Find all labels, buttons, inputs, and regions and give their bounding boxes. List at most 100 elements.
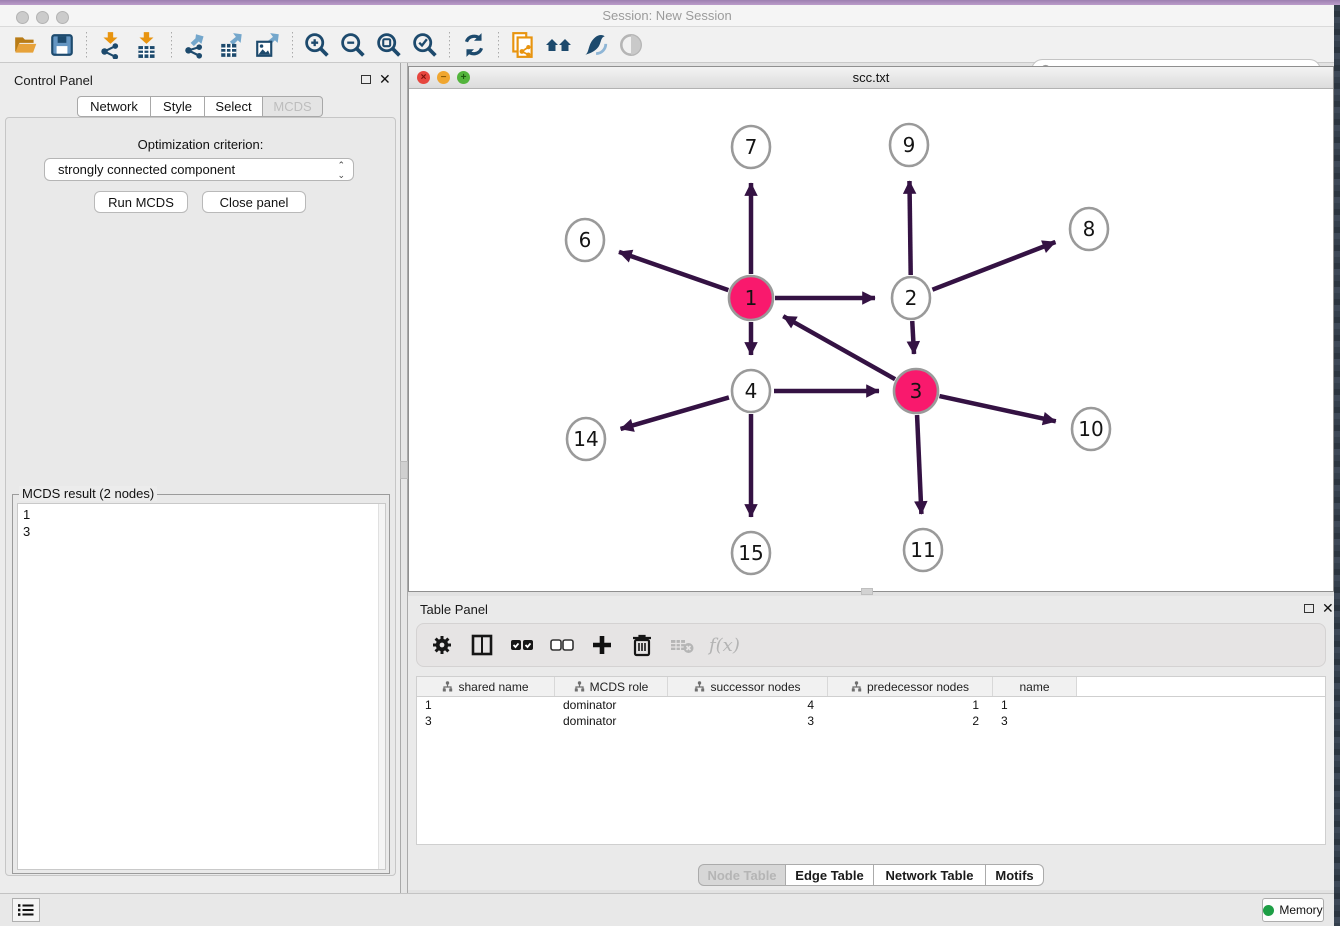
tab-node-table[interactable]: Node Table	[698, 864, 786, 886]
zoom-in-icon[interactable]	[299, 30, 335, 60]
minimize-view-button[interactable]: −	[437, 71, 450, 84]
table-tabs: Node TableEdge TableNetwork TableMotifs	[408, 864, 1334, 886]
node-table[interactable]: shared nameMCDS rolesuccessor nodesprede…	[416, 676, 1326, 845]
toolbar-separator	[498, 32, 499, 58]
network-canvas[interactable]: 7968124314101511	[409, 89, 1333, 591]
column-header-name[interactable]: name	[993, 677, 1077, 696]
node-label-4: 4	[745, 379, 758, 403]
float-panel-icon[interactable]	[1304, 604, 1314, 613]
zoom-window-button[interactable]	[56, 11, 69, 24]
edge-2-3[interactable]	[912, 321, 914, 354]
tab-edge-table[interactable]: Edge Table	[786, 864, 874, 886]
edge-4-14[interactable]	[621, 397, 729, 429]
zoom-fit-icon[interactable]	[371, 30, 407, 60]
column-header-predecessor-nodes[interactable]: predecessor nodes	[828, 677, 993, 696]
column-type-icon	[851, 681, 862, 692]
table-cell[interactable]: 1	[828, 697, 993, 713]
node-label-10: 10	[1078, 417, 1103, 441]
node-label-7: 7	[745, 135, 758, 159]
column-header-shared-name[interactable]: shared name	[417, 677, 555, 696]
control-tab-network[interactable]: Network	[77, 96, 151, 117]
control-panel-title: Control Panel	[14, 73, 93, 88]
optimization-criterion-label: Optimization criterion:	[0, 137, 401, 152]
table-row[interactable]: 3dominator323	[417, 713, 1325, 729]
node-label-14: 14	[573, 427, 598, 451]
node-label-1: 1	[745, 286, 758, 310]
import-table-icon[interactable]	[129, 30, 165, 60]
first-neighbors-icon[interactable]	[541, 30, 577, 60]
mcds-result-group: MCDS result (2 nodes) 13	[12, 494, 390, 874]
style-brush-icon[interactable]	[577, 30, 613, 60]
table-cell[interactable]: 4	[668, 697, 828, 713]
task-history-button[interactable]	[12, 898, 40, 922]
zoom-out-icon[interactable]	[335, 30, 371, 60]
network-window-titlebar[interactable]: × − + scc.txt	[409, 67, 1333, 89]
edge-2-9[interactable]	[909, 181, 910, 275]
edge-1-6[interactable]	[619, 252, 728, 290]
settings-gear-icon[interactable]	[429, 632, 455, 658]
open-session-icon[interactable]	[8, 30, 44, 60]
scrollbar[interactable]	[378, 504, 385, 869]
import-network-icon[interactable]	[93, 30, 129, 60]
close-window-button[interactable]	[16, 11, 29, 24]
table-body: 1dominator4113dominator323	[417, 697, 1325, 729]
table-cell[interactable]: 3	[993, 713, 1077, 729]
main-toolbar	[0, 27, 1334, 63]
node-label-9: 9	[903, 133, 916, 157]
edge-3-1[interactable]	[783, 316, 895, 379]
table-cell[interactable]: 3	[668, 713, 828, 729]
tab-network-table[interactable]: Network Table	[874, 864, 986, 886]
toolbar-separator	[171, 32, 172, 58]
network-title: scc.txt	[409, 67, 1333, 88]
deselect-all-icon[interactable]	[549, 632, 575, 658]
float-panel-icon[interactable]	[361, 75, 371, 84]
mcds-result-textarea[interactable]: 13	[17, 503, 386, 870]
show-graphics-icon[interactable]	[613, 30, 649, 60]
save-session-icon[interactable]	[44, 30, 80, 60]
maximize-view-button[interactable]: +	[457, 71, 470, 84]
memory-button[interactable]: Memory	[1262, 898, 1324, 922]
column-view-icon[interactable]	[469, 632, 495, 658]
control-tab-mcds[interactable]: MCDS	[263, 96, 323, 117]
refresh-icon[interactable]	[456, 30, 492, 60]
control-tab-select[interactable]: Select	[205, 96, 263, 117]
node-label-11: 11	[910, 538, 935, 562]
minimize-window-button[interactable]	[36, 11, 49, 24]
edge-3-10[interactable]	[939, 396, 1055, 421]
criterion-value: strongly connected component	[58, 162, 235, 177]
column-type-icon	[442, 681, 453, 692]
column-header-successor-nodes[interactable]: successor nodes	[668, 677, 828, 696]
column-header-MCDS-role[interactable]: MCDS role	[555, 677, 668, 696]
node-label-8: 8	[1083, 217, 1096, 241]
export-network-icon[interactable]	[178, 30, 214, 60]
delete-column-icon[interactable]	[629, 632, 655, 658]
table-cell[interactable]: 3	[417, 713, 555, 729]
tab-motifs[interactable]: Motifs	[986, 864, 1044, 886]
select-all-icon[interactable]	[509, 632, 535, 658]
edge-2-8[interactable]	[932, 242, 1055, 290]
export-image-icon[interactable]	[250, 30, 286, 60]
close-view-button[interactable]: ×	[417, 71, 430, 84]
table-row[interactable]: 1dominator411	[417, 697, 1325, 713]
table-cell[interactable]: dominator	[555, 713, 668, 729]
clone-network-icon[interactable]	[505, 30, 541, 60]
mcds-result-line: 3	[23, 523, 380, 540]
table-cell[interactable]: 1	[993, 697, 1077, 713]
control-tab-style[interactable]: Style	[151, 96, 205, 117]
memory-status-icon	[1263, 905, 1274, 916]
close-panel-icon[interactable]: ✕	[1322, 603, 1334, 613]
splitter-handle[interactable]	[400, 461, 408, 479]
close-panel-button[interactable]: Close panel	[202, 191, 306, 213]
table-cell[interactable]: 1	[417, 697, 555, 713]
criterion-dropdown[interactable]: strongly connected component ⌃⌄	[44, 158, 354, 181]
edge-3-11[interactable]	[917, 415, 921, 514]
splitter-handle[interactable]	[861, 588, 873, 595]
table-cell[interactable]: dominator	[555, 697, 668, 713]
table-cell[interactable]: 2	[828, 713, 993, 729]
node-label-15: 15	[738, 541, 763, 565]
add-column-icon[interactable]	[589, 632, 615, 658]
zoom-selected-icon[interactable]	[407, 30, 443, 60]
run-mcds-button[interactable]: Run MCDS	[94, 191, 188, 213]
close-panel-icon[interactable]: ✕	[379, 74, 391, 84]
export-table-icon[interactable]	[214, 30, 250, 60]
